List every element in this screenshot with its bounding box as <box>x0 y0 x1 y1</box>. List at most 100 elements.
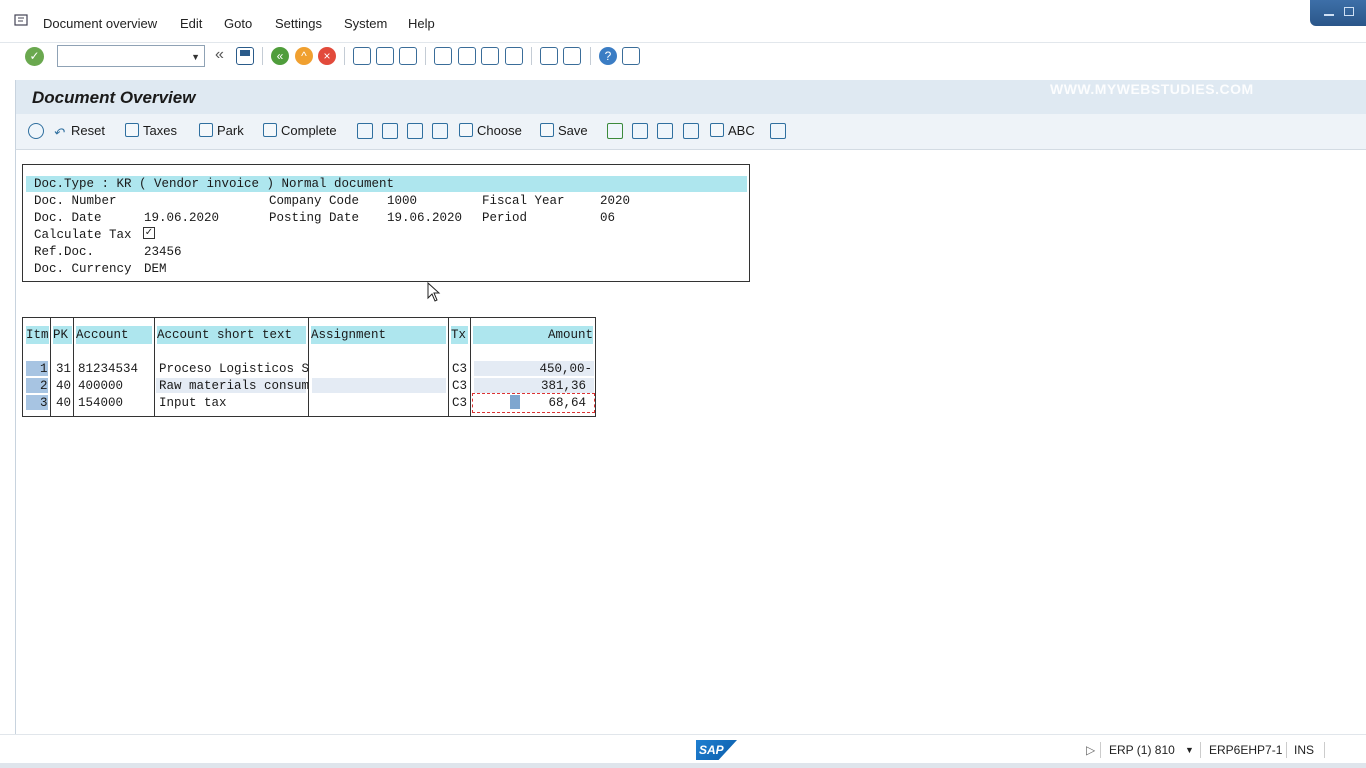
find-next-icon[interactable] <box>399 47 417 65</box>
row-3-itm: 3 <box>40 396 48 410</box>
save-label: Save <box>558 123 588 138</box>
input-mode[interactable]: INS <box>1294 743 1314 757</box>
copy-icon[interactable] <box>432 123 448 139</box>
customize-layout-icon[interactable] <box>622 47 640 65</box>
separator <box>344 47 345 65</box>
posting-date-label: Posting Date <box>269 211 360 225</box>
row-2-tx[interactable]: C3 <box>452 379 467 393</box>
info-icon[interactable] <box>770 123 786 139</box>
calculator-icon[interactable] <box>683 123 699 139</box>
period-value: 06 <box>600 211 616 225</box>
row-1-pk: 31 <box>56 362 72 376</box>
previous-page-icon[interactable] <box>458 47 476 65</box>
column-header-short-text[interactable]: Account short text <box>157 326 306 344</box>
taskbar-strip <box>0 763 1366 768</box>
separator <box>262 47 263 65</box>
row-2-short-text: Raw materials consum <box>159 379 310 393</box>
menu-icon[interactable] <box>14 14 30 28</box>
print-icon[interactable] <box>353 47 371 65</box>
save-icon[interactable] <box>236 47 254 65</box>
column-header-itm-text: Itm <box>26 328 49 342</box>
save-button[interactable]: Save <box>540 123 588 141</box>
park-disk-icon <box>199 123 213 137</box>
help-icon[interactable]: ? <box>599 47 617 65</box>
menu-document-overview[interactable]: Document overview <box>43 16 157 31</box>
column-header-amount-text: Amount <box>547 328 593 342</box>
column-header-amount[interactable]: Amount <box>473 326 593 344</box>
row-3-tx[interactable]: C3 <box>452 396 467 410</box>
choose-button[interactable]: Choose <box>459 123 522 141</box>
column-header-pk[interactable]: PK <box>53 326 72 344</box>
export-icon[interactable] <box>657 123 673 139</box>
reset-button[interactable]: ↶ Reset <box>53 123 105 141</box>
fiscal-year-label: Fiscal Year <box>482 194 565 208</box>
ref-doc-label: Ref.Doc. <box>34 245 95 259</box>
abc-button[interactable]: ABC <box>710 123 755 141</box>
first-page-icon[interactable] <box>434 47 452 65</box>
column-header-itm[interactable]: Itm <box>26 326 49 344</box>
enter-check-icon[interactable]: ✓ <box>25 47 44 66</box>
row-3-account[interactable]: 154000 <box>78 396 123 410</box>
taxes-label: Taxes <box>143 123 177 138</box>
column-divider <box>73 317 74 417</box>
column-divider <box>470 317 471 417</box>
abc-analysis-icon <box>710 123 724 137</box>
next-page-icon[interactable] <box>481 47 499 65</box>
separator <box>1200 742 1201 758</box>
window-controls <box>1310 0 1366 26</box>
sum-icon[interactable] <box>607 123 623 139</box>
column-header-account[interactable]: Account <box>76 326 152 344</box>
row-3-amount[interactable]: 68,64 <box>474 396 586 410</box>
info-icon <box>125 123 139 137</box>
chevron-down-icon[interactable]: ▼ <box>1185 745 1194 755</box>
sort-descending-icon[interactable] <box>407 123 423 139</box>
play-triangle-icon[interactable]: ▷ <box>1086 743 1095 757</box>
complete-disk-icon <box>263 123 277 137</box>
back-icon[interactable]: « <box>271 47 289 65</box>
sort-ascending-icon[interactable] <box>382 123 398 139</box>
back-double-icon[interactable]: « <box>215 46 224 64</box>
filter-icon[interactable] <box>357 123 373 139</box>
doc-type-line: Doc.Type : KR ( Vendor invoice ) Normal … <box>34 177 395 191</box>
menu-help[interactable]: Help <box>408 16 435 31</box>
display-document-icon[interactable] <box>28 123 44 139</box>
cancel-icon[interactable]: × <box>318 47 336 65</box>
server-info: ERP6EHP7-1 <box>1209 743 1283 757</box>
menu-system[interactable]: System <box>344 16 387 31</box>
row-1-amount[interactable]: 450,00- <box>474 362 592 376</box>
row-3-short-text: Input tax <box>159 396 227 410</box>
column-header-pk-text: PK <box>53 328 69 342</box>
command-field[interactable]: ▼ <box>57 45 205 67</box>
company-code-value: 1000 <box>387 194 418 208</box>
exit-icon[interactable]: ^ <box>295 47 313 65</box>
abc-label: ABC <box>728 123 755 138</box>
new-session-icon[interactable] <box>540 47 558 65</box>
taxes-button[interactable]: Taxes <box>125 123 177 141</box>
menu-edit[interactable]: Edit <box>180 16 202 31</box>
calculate-tax-checkbox[interactable]: ✓ <box>143 227 155 239</box>
delete-layout-icon[interactable] <box>632 123 648 139</box>
row-2-account[interactable]: 400000 <box>78 379 123 393</box>
column-header-tx[interactable]: Tx <box>451 326 468 344</box>
sap-logo-text: SAP <box>699 743 724 757</box>
row-1-tx[interactable]: C3 <box>452 362 467 376</box>
row-2-amount[interactable]: 381,36 <box>474 379 586 393</box>
chevron-down-icon[interactable]: ▼ <box>191 52 200 62</box>
doc-number-label: Doc. Number <box>34 194 117 208</box>
column-header-assignment[interactable]: Assignment <box>311 326 446 344</box>
last-page-icon[interactable] <box>505 47 523 65</box>
column-divider <box>448 317 449 417</box>
restore-icon[interactable] <box>1344 7 1354 16</box>
doc-date-value: 19.06.2020 <box>144 211 220 225</box>
ref-doc-value: 23456 <box>144 245 182 259</box>
shortcut-icon[interactable] <box>563 47 581 65</box>
complete-button[interactable]: Complete <box>263 123 337 141</box>
separator <box>1324 742 1325 758</box>
park-button[interactable]: Park <box>199 123 244 141</box>
menu-settings[interactable]: Settings <box>275 16 322 31</box>
row-1-itm: 1 <box>40 362 48 376</box>
row-1-account[interactable]: 81234534 <box>78 362 138 376</box>
minimize-icon[interactable] <box>1324 14 1334 16</box>
menu-goto[interactable]: Goto <box>224 16 252 31</box>
find-icon[interactable] <box>376 47 394 65</box>
